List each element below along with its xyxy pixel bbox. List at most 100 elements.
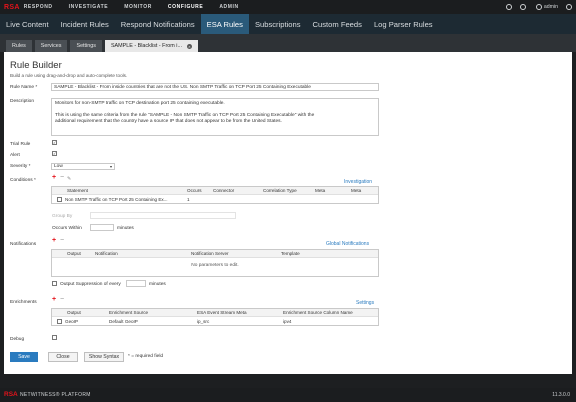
version: 11.3.0.0 <box>552 392 570 398</box>
user-icon <box>535 4 542 10</box>
debug-checkbox[interactable] <box>52 335 57 340</box>
table-header: Output Notification Notification Server … <box>52 250 378 258</box>
output-text: GeoIP <box>65 318 79 324</box>
tab-label: SAMPLE - Blacklist - From i... <box>110 43 182 49</box>
empty-message: No parameters to edit. <box>191 263 239 268</box>
investigation-link[interactable]: Investigation <box>344 179 372 185</box>
row-checkbox[interactable] <box>57 318 62 324</box>
subnav-respond-notifications[interactable]: Respond Notifications <box>115 14 201 34</box>
remove-enrichment-icon[interactable]: − <box>60 296 64 303</box>
column-header: Template <box>281 251 300 256</box>
main-nav: RESPOND INVESTIGATE MONITOR CONFIGURE AD… <box>24 4 255 10</box>
column-header: Output <box>67 310 81 315</box>
footer: RSA NETWITNESS® PLATFORM 11.3.0.0 <box>0 388 576 402</box>
enrichments-table: Output Enrichment Source ESA Event Strea… <box>51 308 379 326</box>
nav-investigate[interactable]: INVESTIGATE <box>69 4 109 10</box>
description-line: additional requirement that the country … <box>55 119 282 124</box>
rule-name-label: Rule Name * <box>10 85 38 90</box>
tab-settings[interactable]: Settings <box>70 40 102 52</box>
global-notifications-link[interactable]: Global Notifications <box>326 241 369 247</box>
page-subtitle: Build a rule using drag-and-drop and aut… <box>10 73 128 78</box>
tab-services[interactable]: Services <box>34 40 68 52</box>
top-bar: RSA RESPOND INVESTIGATE MONITOR CONFIGUR… <box>0 0 576 14</box>
column-header: Statement <box>67 188 88 193</box>
subnav-live-content[interactable]: Live Content <box>0 14 55 34</box>
settings-link[interactable]: Settings <box>356 300 374 306</box>
output-suppression-label: Output Suppression of every <box>60 282 121 287</box>
description-textarea[interactable]: Monitors for non-SMTP traffic on TCP des… <box>51 98 379 136</box>
edit-condition-icon[interactable]: ✎ <box>67 176 71 182</box>
table-row[interactable]: GeoIP Default GeoIP ip_src ipv4 <box>52 317 378 325</box>
table-header: Statement Occurs Connector Correlation T… <box>52 187 378 195</box>
column-header: Meta <box>351 188 362 193</box>
close-tab-icon[interactable]: × <box>186 43 192 49</box>
nav-monitor[interactable]: MONITOR <box>124 4 152 10</box>
rule-builder-panel: Rule Builder Build a rule using drag-and… <box>4 52 572 374</box>
tab-label: Services <box>40 43 62 49</box>
add-condition-icon[interactable]: + <box>52 174 56 181</box>
rsa-logo: RSA <box>4 391 18 398</box>
debug-label: Debug <box>10 337 25 342</box>
column-header: ESA Event Stream Meta <box>197 310 247 315</box>
tab-rules[interactable]: Rules <box>6 40 32 52</box>
close-button[interactable]: Close <box>48 352 78 362</box>
page-title: Rule Builder <box>10 60 62 71</box>
notifications-label: Notifications <box>10 242 37 247</box>
column-header: Notification <box>95 251 118 256</box>
rule-name-input[interactable]: SAMPLE - Blacklist - From inside countri… <box>51 83 379 91</box>
output-cell: GeoIP <box>52 318 106 324</box>
show-syntax-button[interactable]: Show Syntax <box>84 352 124 362</box>
trial-rule-label: Trial Rule <box>10 142 31 147</box>
column-header: Notification Server <box>191 251 229 256</box>
row-checkbox[interactable] <box>57 196 62 202</box>
timer-icon[interactable] <box>505 4 512 10</box>
alert-checkbox[interactable]: ✓ <box>52 151 57 156</box>
save-button[interactable]: Save <box>10 352 38 362</box>
top-right-controls: admin <box>498 0 572 14</box>
enrichment-source-cell: Default GeoIP <box>109 318 138 324</box>
column-header: Output <box>67 251 81 256</box>
nav-configure[interactable]: CONFIGURE <box>168 4 203 10</box>
user-menu[interactable]: admin <box>535 4 558 10</box>
statement-cell: Non SMTP Traffic on TCP Port 25 Containi… <box>52 196 184 202</box>
minutes-label: minutes <box>117 226 134 231</box>
column-name-cell: ipv4 <box>283 318 292 324</box>
table-row[interactable]: Non SMTP Traffic on TCP Port 25 Containi… <box>52 195 378 203</box>
tab-rule-builder[interactable]: SAMPLE - Blacklist - From i... × <box>104 40 198 52</box>
alert-label: Alert <box>10 153 20 158</box>
subnav-custom-feeds[interactable]: Custom Feeds <box>307 14 368 34</box>
add-notification-icon[interactable]: + <box>52 237 56 244</box>
column-header: Meta <box>315 188 326 193</box>
statement-text: Non SMTP Traffic on TCP Port 25 Containi… <box>65 196 168 202</box>
occurs-cell: 1 <box>187 196 190 202</box>
required-note: * = required field <box>128 354 164 359</box>
subnav-log-parser-rules[interactable]: Log Parser Rules <box>368 14 439 34</box>
subnav-incident-rules[interactable]: Incident Rules <box>55 14 115 34</box>
help-icon[interactable] <box>566 4 572 10</box>
subnav-esa-rules[interactable]: ESA Rules <box>200 14 249 34</box>
add-enrichment-icon[interactable]: + <box>52 296 56 303</box>
description-label: Description <box>10 99 34 104</box>
severity-value: Low <box>54 164 63 169</box>
nav-admin[interactable]: ADMIN <box>219 4 238 10</box>
occurs-within-input[interactable] <box>90 224 114 231</box>
settings-icon[interactable] <box>519 4 526 10</box>
severity-label: Severity * <box>10 164 31 169</box>
column-header: Enrichment Source <box>109 310 149 315</box>
trial-rule-checkbox[interactable]: ✓ <box>52 140 57 145</box>
severity-select[interactable]: Low ▾ <box>51 163 115 170</box>
remove-condition-icon[interactable]: − <box>60 174 64 181</box>
column-header: Occurs <box>187 188 202 193</box>
subnav-subscriptions[interactable]: Subscriptions <box>249 14 307 34</box>
output-suppression-input[interactable] <box>126 280 146 287</box>
platform-name: NETWITNESS® PLATFORM <box>20 392 91 398</box>
remove-notification-icon[interactable]: − <box>60 237 64 244</box>
occurs-within-label: Occurs Within <box>52 226 82 231</box>
column-header: Enrichment Source Column Name <box>283 310 353 315</box>
output-suppression-checkbox[interactable] <box>52 281 57 286</box>
nav-respond[interactable]: RESPOND <box>24 4 53 10</box>
tab-bar: Rules Services Settings SAMPLE - Blackli… <box>0 34 576 52</box>
username: admin <box>543 4 558 10</box>
table-header: Output Enrichment Source ESA Event Strea… <box>52 309 378 317</box>
group-by-select[interactable] <box>90 212 236 219</box>
